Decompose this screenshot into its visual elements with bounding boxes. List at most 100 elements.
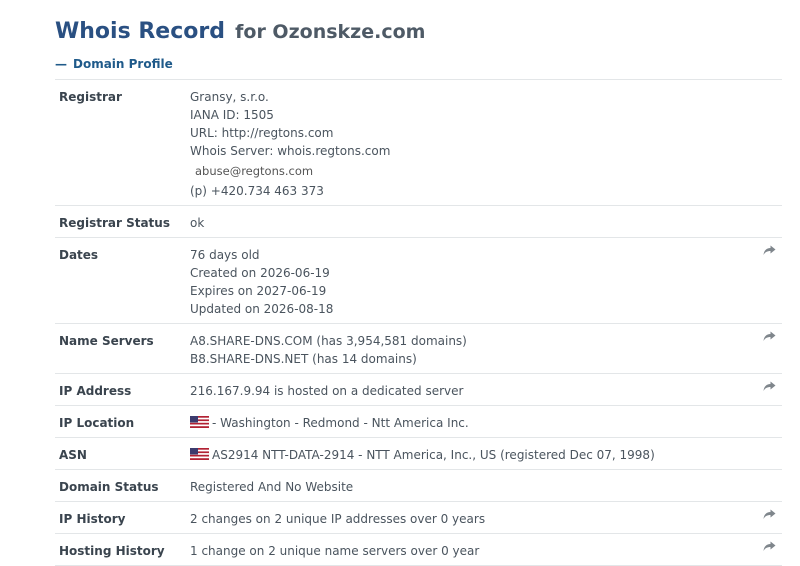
value-line: 2 changes on 2 unique IP addresses over … [190, 510, 762, 528]
value-line: Expires on 2027-06-19 [190, 282, 762, 300]
label-cell: IP Address [55, 373, 190, 406]
row-label: Hosting History [59, 544, 165, 558]
label-cell: IP History [55, 501, 190, 534]
label-cell: Dates [55, 237, 190, 324]
row-label: IP Address [59, 384, 132, 398]
action-cell [762, 501, 782, 534]
value-cell: 2 changes on 2 unique IP addresses over … [190, 501, 762, 534]
action-cell [762, 533, 782, 566]
row-value: ok [190, 206, 762, 237]
value-cell: Registered And No Website [190, 469, 762, 502]
value-text: Whois Server: whois.regtons.com [190, 144, 391, 158]
value-text: 1 change on 2 unique name servers over 0… [190, 544, 480, 558]
action-cell [762, 237, 782, 324]
row-label: Registrar Status [59, 216, 170, 230]
value-text: 216.167.9.94 is hosted on a dedicated se… [190, 384, 464, 398]
value-text: A8.SHARE-DNS.COM (has 3,954,581 domains) [190, 334, 467, 348]
row-label: Dates [59, 248, 99, 262]
row-label: IP Location [59, 416, 135, 430]
minus-icon: — [55, 57, 67, 71]
value-text: Registered And No Website [190, 480, 354, 494]
row-label: IP History [59, 512, 126, 526]
row-registrar-status: Registrar Status ok [55, 205, 782, 238]
value-text: URL: http://regtons.com [190, 126, 334, 140]
row-ip-address: IP Address 216.167.9.94 is hosted on a de… [55, 373, 782, 406]
share-arrow-icon[interactable] [763, 381, 776, 395]
value-line: IANA ID: 1505 [190, 106, 762, 124]
value-text: Expires on 2027-06-19 [190, 284, 327, 298]
title-main: Whois Record [55, 19, 225, 44]
value-line: AS2914 NTT-DATA-2914 - NTT America, Inc.… [190, 446, 762, 464]
row-value: - Washington - Redmond - Ntt America Inc… [190, 406, 762, 437]
value-line: A8.SHARE-DNS.COM (has 3,954,581 domains) [190, 332, 762, 350]
value-line: 1 change on 2 unique name servers over 0… [190, 542, 762, 560]
value-text: Updated on 2026-08-18 [190, 302, 334, 316]
row-ip-location: IP Location - Washington - Redmond - Ntt … [55, 405, 782, 438]
action-cell [762, 205, 782, 238]
share-arrow-icon[interactable] [763, 541, 776, 555]
value-text: Gransy, s.r.o. [190, 90, 269, 104]
action-cell [762, 405, 782, 438]
value-line: ok [190, 214, 762, 232]
action-cell [762, 323, 782, 374]
row-hosting-history: Hosting History 1 change on 2 unique name… [55, 533, 782, 566]
value-line: URL: http://regtons.com [190, 124, 762, 142]
value-line: Gransy, s.r.o. [190, 88, 762, 106]
value-text: IANA ID: 1505 [190, 108, 274, 122]
domain-profile-toggle[interactable]: — Domain Profile [55, 57, 173, 71]
action-cell [762, 437, 782, 470]
value-cell: 1 change on 2 unique name servers over 0… [190, 533, 762, 566]
row-value: AS2914 NTT-DATA-2914 - NTT America, Inc.… [190, 438, 762, 469]
action-cell [762, 79, 782, 206]
row-label: Registrar [59, 90, 122, 104]
label-cell: Domain Status [55, 469, 190, 502]
row-label: Domain Status [59, 480, 159, 494]
share-arrow-icon[interactable] [763, 509, 776, 523]
value-line: Updated on 2026-08-18 [190, 300, 762, 318]
value-text: B8.SHARE-DNS.NET (has 14 domains) [190, 352, 417, 366]
label-cell: ASN [55, 437, 190, 470]
value-line: 76 days old [190, 246, 762, 264]
value-text: 76 days old [190, 248, 260, 262]
us-flag-icon [190, 447, 209, 465]
value-line: Created on 2026-06-19 [190, 264, 762, 282]
value-text: ok [190, 216, 205, 230]
label-cell: Hosting History [55, 533, 190, 566]
value-line: Whois Server: whois.regtons.com [190, 142, 762, 160]
value-cell: AS2914 NTT-DATA-2914 - NTT America, Inc.… [190, 437, 762, 470]
row-registrar: Registrar Gransy, s.r.o. IANA ID: 1505 URL:… [55, 79, 782, 206]
value-cell: Gransy, s.r.o. IANA ID: 1505 URL: http://r… [190, 79, 762, 206]
domain-profile-label: Domain Profile [73, 57, 173, 71]
row-value: Gransy, s.r.o. IANA ID: 1505 URL: http://r… [190, 80, 762, 205]
us-flag-icon [190, 415, 209, 433]
row-ip-history: IP History 2 changes on 2 unique IP addre… [55, 501, 782, 534]
value-text: - Washington - Redmond - Ntt America Inc… [212, 416, 469, 430]
row-value: 216.167.9.94 is hosted on a dedicated se… [190, 374, 762, 405]
row-name-servers: Name Servers A8.SHARE-DNS.COM (has 3,954,… [55, 323, 782, 374]
value-cell: 216.167.9.94 is hosted on a dedicated se… [190, 373, 762, 406]
value-line: - Washington - Redmond - Ntt America Inc… [190, 414, 762, 432]
label-cell: Name Servers [55, 323, 190, 374]
share-arrow-icon[interactable] [763, 331, 776, 345]
value-line: Registered And No Website [190, 478, 762, 496]
row-value: Registered And No Website [190, 470, 762, 501]
row-dates: Dates 76 days old Created on 2026-06-19 Exp… [55, 237, 782, 324]
value-line: 216.167.9.94 is hosted on a dedicated se… [190, 382, 762, 400]
value-line: B8.SHARE-DNS.NET (has 14 domains) [190, 350, 762, 368]
action-cell [762, 469, 782, 502]
row-value: 76 days old Created on 2026-06-19 Expires … [190, 238, 762, 323]
row-domain-status: Domain Status Registered And No Website [55, 469, 782, 502]
label-cell: IP Location [55, 405, 190, 438]
row-asn: ASN AS2914 NTT-DATA-2914 - NTT America, I… [55, 437, 782, 470]
abuse-email: abuse@regtons.com [195, 164, 314, 178]
value-cell: A8.SHARE-DNS.COM (has 3,954,581 domains)… [190, 323, 762, 374]
domain-profile-table: Registrar Gransy, s.r.o. IANA ID: 1505 URL:… [55, 79, 782, 566]
label-cell: Registrar Status [55, 205, 190, 238]
share-arrow-icon[interactable] [763, 245, 776, 259]
page-title: Whois Record for Ozonskze.com [55, 8, 425, 46]
value-cell: - Washington - Redmond - Ntt America Inc… [190, 405, 762, 438]
title-domain: for Ozonskze.com [235, 21, 426, 43]
value-text: AS2914 NTT-DATA-2914 - NTT America, Inc.… [212, 448, 655, 462]
registrar-phone: (p) +420.734 463 373 [190, 184, 324, 198]
row-value: A8.SHARE-DNS.COM (has 3,954,581 domains)… [190, 324, 762, 373]
